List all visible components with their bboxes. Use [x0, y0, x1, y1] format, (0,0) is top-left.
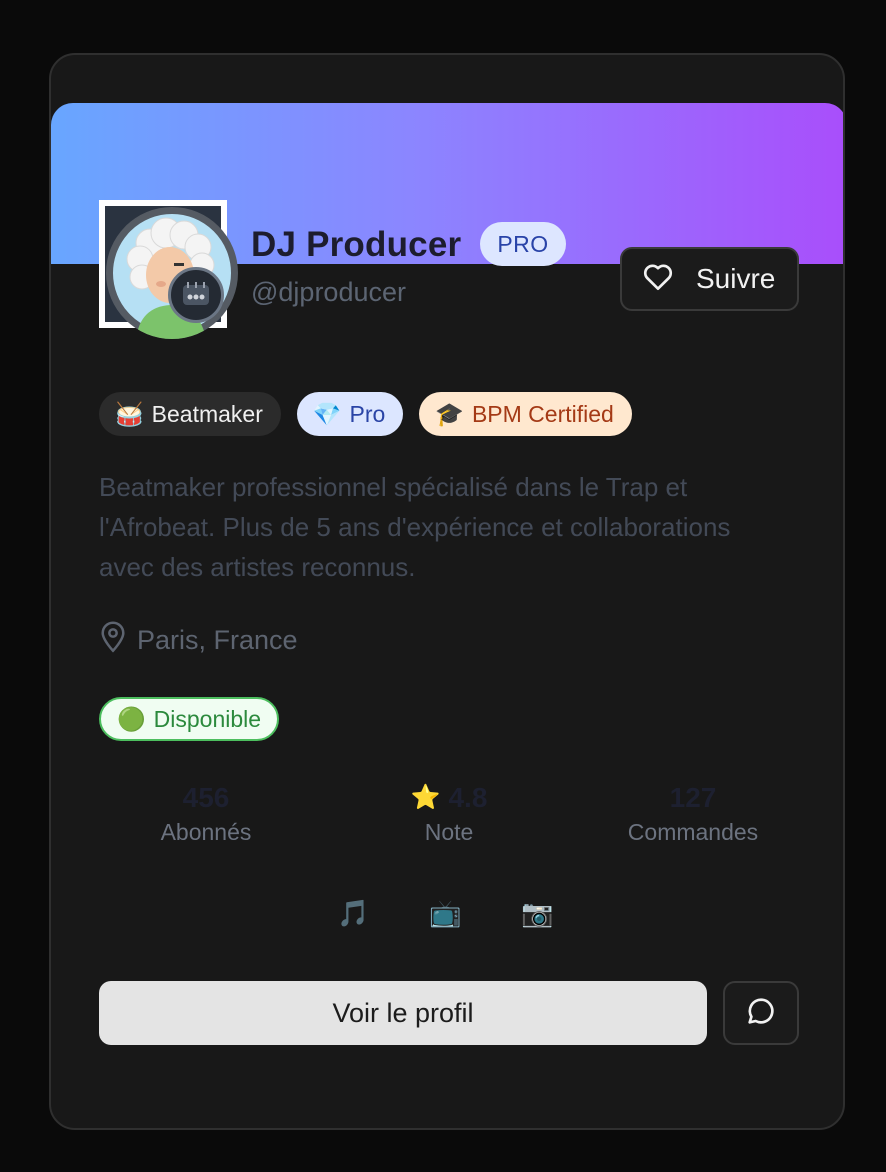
- dj-badge-icon: [168, 267, 224, 323]
- stat-followers: 456 Abonnés: [160, 782, 252, 845]
- tag-beatmaker: 🥁 Beatmaker: [99, 392, 281, 436]
- availability-badge: 🟢 Disponible: [99, 697, 280, 741]
- heart-icon: [642, 261, 674, 298]
- profile-name: DJ Producer: [251, 225, 462, 264]
- star-icon: ⭐: [410, 784, 441, 811]
- follow-label: Suivre: [696, 263, 776, 294]
- profile-handle: @djproducer: [251, 277, 406, 307]
- chat-bubble-icon: [745, 995, 777, 1032]
- tag-bpm-certified: 🎓 BPM Certified: [419, 392, 632, 436]
- message-button[interactable]: [723, 981, 799, 1045]
- pro-badge: PRO: [480, 222, 566, 266]
- graduation-cap-icon: 🎓: [435, 400, 464, 427]
- tv-icon[interactable]: 📺: [429, 895, 461, 931]
- location-text: Paris, France: [137, 625, 298, 655]
- profile-bio: Beatmaker professionnel spécialisé dans …: [99, 472, 731, 582]
- follow-button[interactable]: Suivre: [620, 247, 799, 311]
- social-links: 🎵 📺 📷: [337, 895, 553, 931]
- tag-pro: 💎 Pro: [296, 392, 404, 436]
- music-icon[interactable]: 🎵: [337, 895, 369, 931]
- map-pin-icon: [99, 621, 127, 660]
- camera-icon[interactable]: 📷: [521, 895, 553, 931]
- profile-card: DJ Producer PRO @djproducer Suivre 🥁 Bea…: [49, 53, 845, 1130]
- tag-list: 🥁 Beatmaker 💎 Pro 🎓 BPM Certified: [99, 392, 632, 436]
- stat-rating: ⭐ 4.8 Note: [410, 782, 488, 845]
- view-profile-button[interactable]: Voir le profil: [99, 981, 707, 1045]
- green-circle-icon: 🟢: [117, 705, 146, 732]
- gem-icon: 💎: [312, 400, 342, 427]
- stat-orders: 127 Commandes: [627, 782, 759, 845]
- drum-icon: 🥁: [115, 400, 144, 427]
- avatar[interactable]: [106, 207, 238, 339]
- location: Paris, France: [99, 621, 298, 660]
